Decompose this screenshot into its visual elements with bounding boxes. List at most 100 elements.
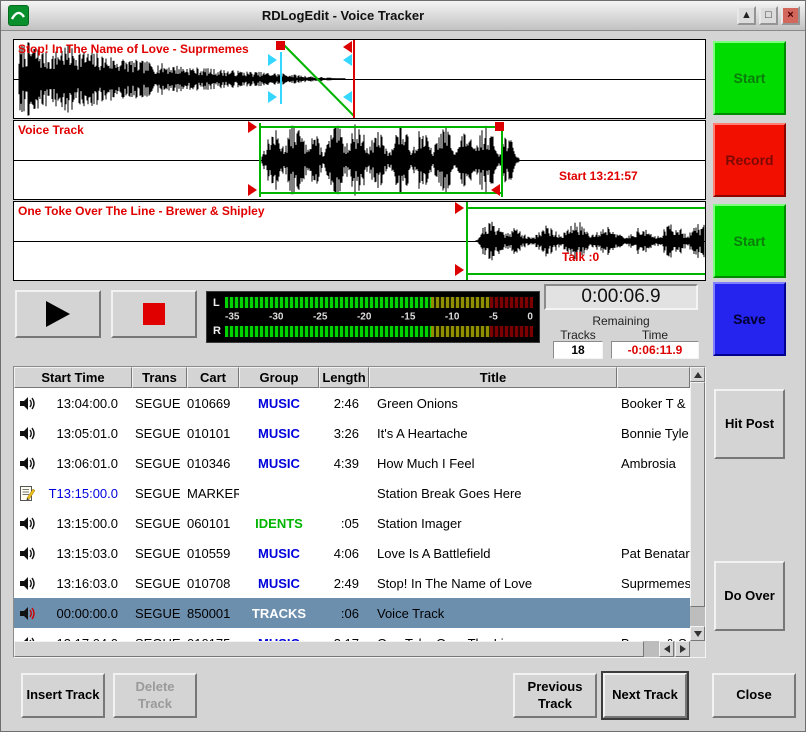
table-row[interactable]: 00:00:00.0SEGUE850001TRACKS:06Voice Trac… [14, 598, 690, 628]
meter-scale-tick: -30 [269, 312, 283, 323]
shade-window-button[interactable]: ▲ [737, 6, 756, 25]
voice-end-line[interactable] [501, 123, 503, 197]
voice-end-marker[interactable] [491, 184, 500, 196]
cell-trans: SEGUE [132, 456, 187, 471]
voice-start-marker[interactable] [248, 121, 257, 133]
column-header[interactable]: Group [239, 367, 319, 388]
column-header[interactable]: Start Time [14, 367, 132, 388]
cell-length: 3:26 [319, 426, 369, 441]
table-row[interactable]: 13:15:00.0SEGUE060101IDENTS:05Station Im… [14, 508, 690, 538]
cell-length: 2:49 [319, 576, 369, 591]
play-button[interactable] [15, 290, 101, 338]
column-header[interactable]: Trans [132, 367, 187, 388]
insert-track-button[interactable]: Insert Track [21, 673, 105, 718]
cell-trans: SEGUE [132, 486, 187, 501]
record-button[interactable]: Record [713, 123, 786, 197]
voice-start-time: Start 13:21:57 [559, 169, 638, 183]
speaker-icon [14, 515, 40, 532]
cell-group: MUSIC [239, 426, 319, 441]
segue-end-marker[interactable] [343, 41, 352, 53]
scroll-up-button[interactable] [690, 367, 705, 382]
cell-start: 00:00:00.0 [40, 606, 132, 621]
up-arrow-icon [694, 372, 702, 378]
scroll-left-button[interactable] [659, 641, 674, 657]
log-list: Start TimeTransCartGroupLengthTitle 13:0… [13, 366, 706, 658]
hit-post-button[interactable]: Hit Post [714, 389, 785, 459]
cell-trans: SEGUE [132, 426, 187, 441]
start-track1-button[interactable]: Start [713, 41, 786, 115]
down-arrow-icon [694, 631, 702, 637]
track2-midline [14, 160, 705, 161]
track1-title: Stop! In The Name of Love - Suprmemes [18, 42, 249, 56]
cell-length: :05 [319, 516, 369, 531]
track3-title: One Toke Over The Line - Brewer & Shiple… [18, 204, 265, 218]
marker-icon [14, 485, 40, 502]
meter-scale-tick: -15 [401, 312, 415, 323]
remaining-label: Remaining [544, 314, 698, 328]
vertical-scrollbar-thumb[interactable] [690, 382, 705, 607]
talk-end-marker[interactable] [343, 91, 352, 103]
cell-start: 13:04:00.0 [40, 396, 132, 411]
table-row[interactable]: 13:05:01.0SEGUE010101MUSIC3:26It's A Hea… [14, 418, 690, 448]
save-button[interactable]: Save [713, 282, 786, 356]
cell-group: MUSIC [239, 576, 319, 591]
voice-start-marker[interactable] [248, 184, 257, 196]
next-start-marker[interactable] [455, 264, 464, 276]
maximize-window-button[interactable]: □ [759, 6, 778, 25]
horizontal-scrollbar-thumb[interactable] [14, 641, 644, 657]
vertical-scrollbar[interactable] [690, 367, 705, 641]
previous-track-button[interactable]: Previous Track [513, 673, 597, 718]
horizontal-scrollbar[interactable] [14, 641, 690, 657]
segue-start-marker[interactable] [276, 41, 285, 50]
title-bar: RDLogEdit - Voice Tracker ▲ □ × [1, 1, 805, 31]
close-button[interactable]: Close [712, 673, 796, 718]
next-start-marker[interactable] [455, 202, 464, 214]
meter-scale-tick: -10 [445, 312, 459, 323]
cell-cart: 010708 [187, 576, 239, 591]
cell-cart: 850001 [187, 606, 239, 621]
voice-end-marker[interactable] [495, 122, 504, 131]
cell-start: 13:16:03.0 [40, 576, 132, 591]
start-track3-button[interactable]: Start [713, 204, 786, 278]
next-start-line[interactable] [466, 202, 468, 280]
cell-cart: 010346 [187, 456, 239, 471]
table-row[interactable]: 13:06:01.0SEGUE010346MUSIC4:39How Much I… [14, 448, 690, 478]
cell-cart: 010669 [187, 396, 239, 411]
stop-button[interactable] [111, 290, 197, 338]
track-panel-1[interactable]: Stop! In The Name of Love - Suprmemes [13, 39, 706, 119]
table-row[interactable]: 13:04:00.0SEGUE010669MUSIC2:46Green Onio… [14, 388, 690, 418]
log-table-header: Start TimeTransCartGroupLengthTitle [14, 367, 690, 388]
meter-right-label: R [213, 325, 221, 337]
remaining-time-label: Time [611, 328, 699, 342]
next-top-line [466, 207, 705, 209]
table-row[interactable]: 13:15:03.0SEGUE010559MUSIC4:06Love Is A … [14, 538, 690, 568]
talk-marker-line[interactable] [280, 52, 282, 104]
scrollbar-corner [690, 641, 705, 657]
cell-title: Stop! In The Name of Love [369, 576, 617, 591]
talk-start-marker[interactable] [268, 91, 277, 103]
talk-start-marker[interactable] [268, 54, 277, 66]
close-window-button[interactable]: × [781, 6, 800, 25]
cell-artist: Pat Benatar [617, 546, 690, 561]
meter-left-bar [225, 297, 533, 308]
table-row[interactable]: 13:16:03.0SEGUE010708MUSIC2:49Stop! In T… [14, 568, 690, 598]
column-header[interactable]: Length [319, 367, 369, 388]
scroll-down-button[interactable] [690, 626, 705, 641]
stop-icon [143, 303, 165, 325]
column-header[interactable]: Cart [187, 367, 239, 388]
cell-group: IDENTS [239, 516, 319, 531]
cell-group: TRACKS [239, 606, 319, 621]
track-panel-3[interactable]: One Toke Over The Line - Brewer & Shiple… [13, 201, 706, 281]
cell-artist: Ambrosia [617, 456, 690, 471]
next-track-button[interactable]: Next Track [603, 673, 687, 718]
table-row[interactable]: 13:17:04.0SEGUE010175MUSIC3:17One Toke O… [14, 628, 690, 641]
track-panel-2[interactable]: Voice Track Start 13:21:57 [13, 120, 706, 200]
voice-start-line[interactable] [259, 123, 261, 197]
talk-end-marker[interactable] [343, 54, 352, 66]
segue-marker-line[interactable] [353, 40, 355, 118]
column-header[interactable] [617, 367, 690, 388]
scroll-right-button[interactable] [675, 641, 690, 657]
do-over-button[interactable]: Do Over [714, 561, 785, 631]
table-row[interactable]: T13:15:00.0SEGUEMARKERStation Break Goes… [14, 478, 690, 508]
column-header[interactable]: Title [369, 367, 617, 388]
